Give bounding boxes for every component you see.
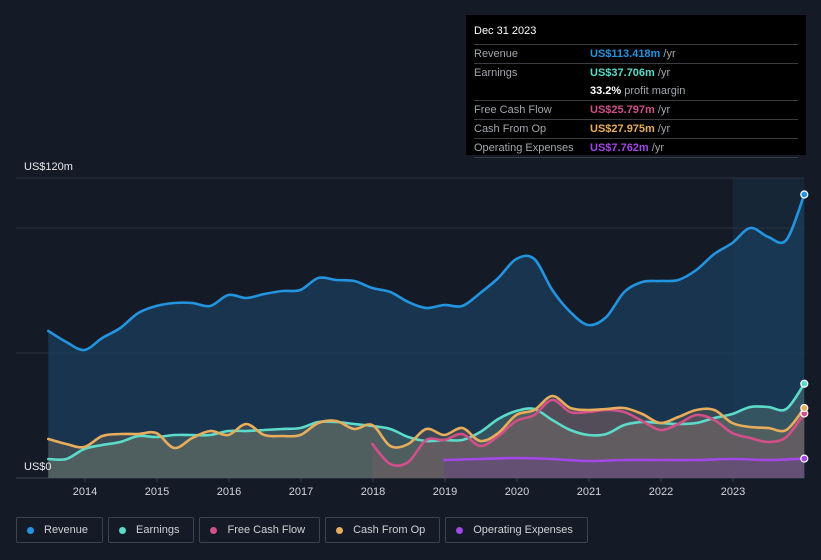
tooltip-value-unit: /yr bbox=[654, 67, 671, 79]
tooltip-row: Operating Expenses US$7.762m /yr bbox=[474, 139, 798, 158]
legend-dot-icon bbox=[27, 526, 34, 534]
tooltip-row: Cash From Op US$27.975m /yr bbox=[474, 120, 798, 139]
x-tick-label: 2023 bbox=[721, 486, 745, 498]
tooltip-row: Free Cash Flow US$25.797m /yr bbox=[474, 101, 798, 120]
tooltip-value-unit: /yr bbox=[648, 142, 664, 154]
tooltip-value-number: US$27.975m bbox=[590, 123, 655, 135]
earnings-end-marker[interactable] bbox=[800, 379, 809, 388]
x-tick-label: 2014 bbox=[73, 486, 97, 498]
y-axis-top-label: US$120m bbox=[24, 161, 73, 173]
x-tick-label: 2017 bbox=[289, 486, 313, 498]
tooltip-row: Revenue US$113.418m /yr bbox=[474, 45, 798, 64]
tooltip-row-label: Revenue bbox=[474, 48, 519, 60]
tooltip-panel: Dec 31 2023 Revenue US$113.418m /yr Earnin… bbox=[466, 15, 806, 158]
tooltip-row: 33.2% profit margin bbox=[474, 82, 798, 101]
legend-dot-icon bbox=[119, 526, 127, 534]
tooltip-row: Earnings US$37.706m /yr bbox=[474, 64, 798, 82]
tooltip-row-value: US$27.975m /yr bbox=[590, 121, 670, 137]
legend-item-earnings[interactable]: Earnings bbox=[108, 517, 195, 543]
cash-from-op-end-marker[interactable] bbox=[800, 403, 809, 413]
tooltip-row-label: Cash From Op bbox=[474, 123, 547, 135]
x-tick-label: 2021 bbox=[577, 486, 601, 498]
tooltip-value-unit: /yr bbox=[654, 123, 671, 135]
revenue-end-marker[interactable] bbox=[800, 190, 809, 199]
operating-expenses-end-marker[interactable] bbox=[800, 454, 809, 463]
tooltip-row-label: Earnings bbox=[474, 67, 518, 79]
tooltip-value-unit: /yr bbox=[654, 104, 671, 116]
legend-label: Free Cash Flow bbox=[227, 524, 306, 536]
x-tick-label: 2019 bbox=[433, 486, 457, 498]
tooltip-row-value: 33.2% profit margin bbox=[590, 83, 685, 99]
tooltip-value-number: 33.2% bbox=[590, 85, 622, 97]
legend-dot-icon bbox=[456, 526, 464, 534]
tooltip-row-label bbox=[474, 83, 590, 99]
legend-label: Operating Expenses bbox=[473, 524, 573, 536]
x-tick-label: 2016 bbox=[217, 486, 241, 498]
x-tick-label: 2020 bbox=[505, 486, 529, 498]
tooltip-row-value: US$7.762m /yr bbox=[590, 140, 664, 156]
legend-item-cash-from-op[interactable]: Cash From Op bbox=[325, 517, 441, 543]
legend-item-operating-expenses[interactable]: Operating Expenses bbox=[445, 517, 588, 543]
tooltip-date: Dec 31 2023 bbox=[474, 23, 798, 45]
x-tick-label: 2018 bbox=[361, 486, 385, 498]
legend-label: Revenue bbox=[44, 524, 89, 536]
y-axis-bottom-label: US$0 bbox=[24, 461, 52, 473]
tooltip-value-unit: profit margin bbox=[621, 85, 686, 97]
tooltip-value-number: US$37.706m bbox=[590, 67, 655, 79]
tooltip-value-number: US$25.797m bbox=[590, 104, 655, 116]
tooltip-row-label: Operating Expenses bbox=[474, 142, 574, 154]
legend-item-revenue[interactable]: Revenue bbox=[16, 517, 104, 543]
x-tick-label: 2015 bbox=[145, 486, 169, 498]
legend-label: Earnings bbox=[136, 524, 180, 536]
x-tick-label: 2022 bbox=[649, 486, 673, 498]
legend-dot-icon bbox=[210, 526, 218, 534]
tooltip-row-label: Free Cash Flow bbox=[474, 104, 552, 116]
tooltip-value-number: US$7.762m bbox=[590, 142, 649, 154]
tooltip-row-value: US$113.418m /yr bbox=[590, 46, 676, 62]
legend-label: Cash From Op bbox=[353, 524, 426, 536]
tooltip-value-number: US$113.418m bbox=[590, 48, 661, 60]
tooltip-row-value: US$25.797m /yr bbox=[590, 102, 670, 118]
tooltip-value-unit: /yr bbox=[660, 48, 676, 60]
legend: Revenue Earnings Free Cash Flow Cash From O… bbox=[16, 517, 588, 543]
legend-dot-icon bbox=[336, 526, 344, 534]
tooltip-row-value: US$37.706m /yr bbox=[590, 65, 670, 81]
legend-item-free-cash-flow[interactable]: Free Cash Flow bbox=[199, 517, 321, 543]
